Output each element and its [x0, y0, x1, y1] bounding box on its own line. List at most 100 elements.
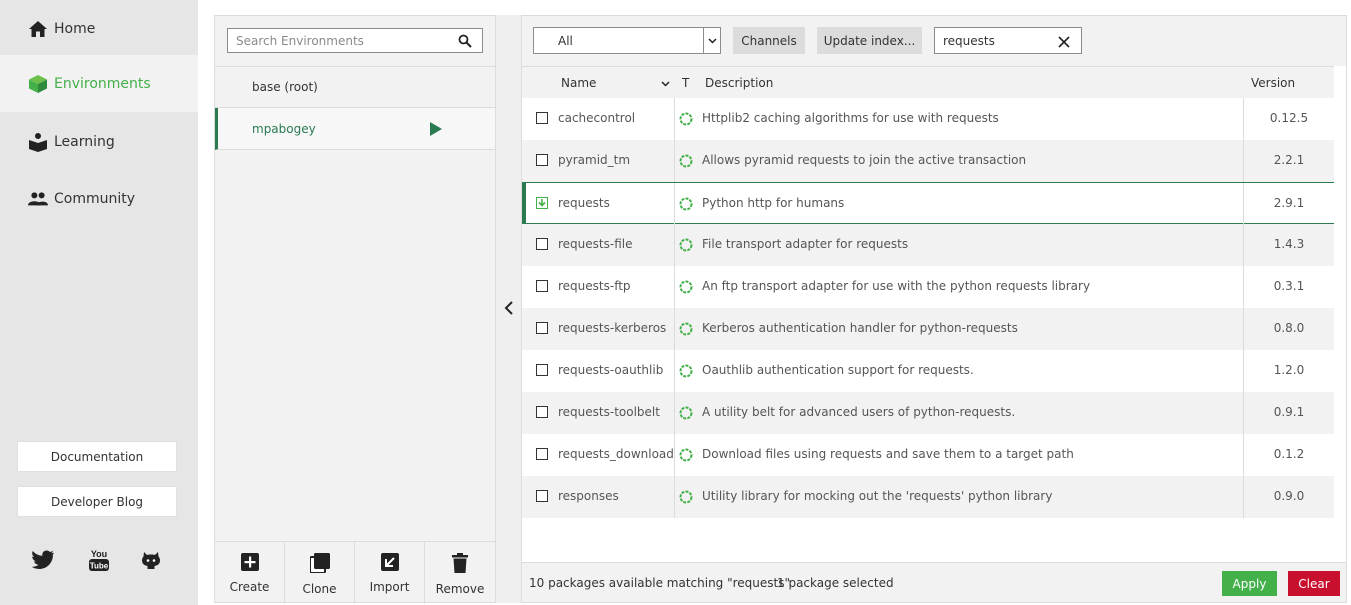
conda-status-icon — [679, 238, 693, 255]
package-row[interactable]: cachecontrol Httplib2 caching algorithms … — [522, 98, 1334, 140]
package-description: Httplib2 caching algorithms for use with… — [702, 111, 999, 125]
package-row[interactable]: requests-kerberos Kerberos authentication… — [522, 308, 1334, 350]
package-checkbox[interactable] — [536, 154, 548, 166]
collapse-panel-button[interactable] — [496, 15, 521, 603]
clear-search-icon[interactable] — [1058, 33, 1070, 52]
column-name-header[interactable]: Name — [561, 76, 596, 90]
package-description: An ftp transport adapter for use with th… — [702, 279, 1091, 293]
package-name: cachecontrol — [558, 111, 636, 125]
package-checkbox[interactable] — [536, 238, 548, 250]
chevron-down-icon[interactable] — [703, 28, 720, 53]
search-icon[interactable] — [458, 33, 472, 52]
package-description: Oauthlib authentication support for requ… — [702, 363, 974, 377]
create-button[interactable]: Create — [215, 542, 285, 604]
package-description: A utility belt for advanced users of pyt… — [702, 405, 1016, 419]
people-icon — [28, 189, 48, 209]
package-search-input[interactable] — [935, 28, 1050, 53]
import-button[interactable]: Import — [355, 542, 425, 604]
column-divider — [674, 266, 675, 308]
package-version: 0.3.1 — [1273, 279, 1305, 293]
packages-footer: 10 packages available matching "requests… — [522, 562, 1346, 602]
remove-button[interactable]: Remove — [425, 542, 495, 604]
column-divider — [674, 183, 675, 225]
github-icon[interactable] — [138, 548, 164, 572]
package-description: File transport adapter for requests — [702, 237, 909, 251]
channels-button[interactable]: Channels — [733, 27, 805, 54]
column-divider — [674, 434, 675, 476]
filter-value: All — [558, 33, 573, 48]
environment-item-mpabogey[interactable]: mpabogey — [215, 108, 495, 150]
package-filter-select[interactable]: All — [533, 27, 721, 54]
environment-item-base[interactable]: base (root) — [215, 66, 495, 108]
package-version: 0.9.1 — [1273, 405, 1305, 419]
package-search-field[interactable] — [934, 27, 1082, 54]
import-label: Import — [369, 580, 410, 594]
column-divider — [674, 392, 675, 434]
column-divider — [674, 308, 675, 350]
package-checkbox[interactable] — [536, 364, 548, 376]
package-row[interactable]: requests-file File transport adapter for … — [522, 224, 1334, 266]
package-version: 0.1.2 — [1273, 447, 1305, 461]
chevron-left-icon — [504, 300, 514, 319]
package-checkbox[interactable] — [536, 322, 548, 334]
package-row[interactable]: requests Python http for humans 2.9.1 — [522, 182, 1334, 225]
youtube-icon[interactable]: You Tube — [86, 548, 112, 572]
trash-icon — [452, 553, 468, 576]
selected-count-text: 1 package selected — [777, 576, 894, 590]
update-index-button[interactable]: Update index... — [817, 27, 922, 54]
package-description: Download files using requests and save t… — [702, 447, 1074, 461]
package-version: 0.9.0 — [1273, 489, 1305, 503]
package-row[interactable]: requests-ftp An ftp transport adapter for… — [522, 266, 1334, 308]
conda-status-icon — [679, 364, 693, 381]
remove-label: Remove — [435, 582, 485, 596]
clear-button[interactable]: Clear — [1288, 571, 1340, 596]
package-row[interactable]: responses Utility library for mocking out… — [522, 476, 1334, 518]
book-icon — [28, 132, 48, 152]
environment-name: mpabogey — [252, 121, 316, 136]
package-name: requests-kerberos — [558, 321, 667, 335]
twitter-icon[interactable] — [30, 548, 56, 572]
add-icon — [240, 553, 259, 574]
developer-blog-button[interactable]: Developer Blog — [17, 486, 177, 517]
package-description: Allows pyramid requests to join the acti… — [702, 153, 1027, 167]
conda-status-icon — [679, 197, 693, 214]
column-version-header[interactable]: Version — [1251, 76, 1295, 90]
environments-panel: base (root) mpabogey Create Clone Import — [214, 15, 496, 604]
package-checkbox[interactable] — [536, 197, 548, 209]
nav-item-environments[interactable]: Environments — [0, 55, 198, 112]
environment-search-field[interactable] — [227, 28, 483, 53]
import-icon — [380, 553, 399, 574]
packages-toolbar: All Channels Update index... — [522, 16, 1346, 66]
conda-status-icon — [679, 448, 693, 465]
conda-status-icon — [679, 490, 693, 507]
package-checkbox[interactable] — [536, 406, 548, 418]
selection-bar — [522, 182, 526, 224]
sort-chevron-icon[interactable] — [661, 76, 670, 90]
package-row[interactable]: requests-oauthlib Oauthlib authentication… — [522, 350, 1334, 392]
package-name: pyramid_tm — [558, 153, 631, 167]
column-type-header[interactable]: T — [682, 76, 689, 90]
nav-item-community[interactable]: Community — [0, 170, 198, 227]
package-name: requests-oauthlib — [558, 363, 664, 377]
clone-button[interactable]: Clone — [285, 542, 355, 604]
package-name: requests-ftp — [558, 279, 631, 293]
conda-status-icon — [679, 322, 693, 339]
package-row[interactable]: requests_download Download files using re… — [522, 434, 1334, 476]
package-checkbox[interactable] — [536, 448, 548, 460]
home-icon — [28, 19, 48, 39]
package-row[interactable]: requests-toolbelt A utility belt for adva… — [522, 392, 1334, 434]
package-checkbox[interactable] — [536, 112, 548, 124]
package-row[interactable]: pyramid_tm Allows pyramid requests to joi… — [522, 140, 1334, 182]
nav-item-learning[interactable]: Learning — [0, 113, 198, 170]
column-divider — [674, 476, 675, 518]
column-description-header[interactable]: Description — [705, 76, 773, 90]
documentation-button[interactable]: Documentation — [17, 441, 177, 472]
environment-search-input[interactable] — [228, 29, 448, 52]
nav-item-home[interactable]: Home — [0, 0, 198, 57]
sidebar: Home Environments Learning Community Doc… — [0, 0, 198, 605]
apply-button[interactable]: Apply — [1222, 571, 1277, 596]
svg-text:You: You — [91, 549, 107, 559]
package-checkbox[interactable] — [536, 280, 548, 292]
play-icon[interactable] — [430, 122, 442, 139]
package-checkbox[interactable] — [536, 490, 548, 502]
